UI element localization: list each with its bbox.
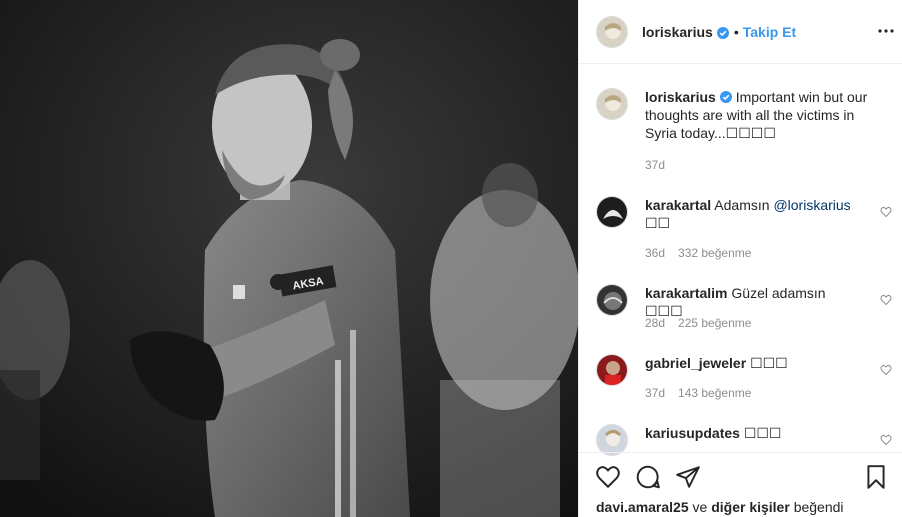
verified-icon <box>719 89 732 103</box>
caption-text-block: loriskarius Important win but our though… <box>645 88 886 142</box>
comment-text: karakartal Adamsın @loriskarius ☐☐ <box>645 196 860 232</box>
comment-body: Adamsın <box>714 197 770 213</box>
comment-username[interactable]: gabriel_jeweler <box>645 355 746 371</box>
post-image: AKSA <box>0 0 578 517</box>
comment-username[interactable]: karakartal <box>645 197 711 213</box>
comment-time[interactable]: 28d <box>645 316 665 330</box>
action-bar: davi.amaral25 ve diğer kişiler beğendi <box>579 452 902 517</box>
heart-icon[interactable] <box>595 464 621 490</box>
more-options-icon[interactable] <box>877 22 895 40</box>
liked-connector: ve <box>692 499 708 515</box>
comment-username[interactable]: kariusupdates <box>645 425 740 441</box>
comment-emojis: ☐☐ <box>645 215 671 231</box>
comment-text: gabriel_jeweler ☐☐☐ <box>645 354 860 372</box>
comment-item: kariusupdates ☐☐☐ <box>596 424 892 456</box>
comment-text: karakartalim Güzel adamsın ☐☐☐ <box>645 284 860 320</box>
avatar[interactable] <box>596 284 628 316</box>
likes-summary: davi.amaral25 ve diğer kişiler beğendi <box>596 499 844 515</box>
post-caption: loriskarius Important win but our though… <box>596 88 886 172</box>
post-sidebar: loriskarius • Takip Et loriskarius Impor… <box>578 0 902 517</box>
comment-meta: 28d 225 beğenme <box>645 316 751 330</box>
comment-item: karakartal Adamsın @loriskarius ☐☐ 36d 33… <box>596 196 892 260</box>
caption-time[interactable]: 37d <box>645 158 665 172</box>
share-icon[interactable] <box>675 464 701 490</box>
post-photo[interactable]: AKSA <box>0 0 578 517</box>
caption-username[interactable]: loriskarius <box>645 89 716 105</box>
liked-by-user[interactable]: davi.amaral25 <box>596 499 689 515</box>
heart-icon[interactable] <box>880 205 892 218</box>
comment-mention[interactable]: @loriskarius <box>773 197 850 213</box>
avatar[interactable] <box>596 196 628 228</box>
comment-meta: 36d 332 beğenme <box>645 246 751 260</box>
comment-icon[interactable] <box>635 464 661 490</box>
header-separator: • <box>733 23 739 40</box>
avatar[interactable] <box>596 354 628 386</box>
bookmark-icon[interactable] <box>863 464 889 490</box>
comment-username[interactable]: karakartalim <box>645 285 728 301</box>
comment-item: karakartalim Güzel adamsın ☐☐☐ 28d 225 be… <box>596 284 892 330</box>
comment-emojis: ☐☐☐ <box>750 355 788 371</box>
avatar[interactable] <box>596 88 628 120</box>
verified-icon <box>716 26 729 39</box>
comment-likes[interactable]: 332 beğenme <box>678 246 751 260</box>
comment-time[interactable]: 36d <box>645 246 665 260</box>
heart-icon[interactable] <box>880 433 892 446</box>
comment-text: kariusupdates ☐☐☐ <box>645 424 860 442</box>
comment-time[interactable]: 37d <box>645 386 665 400</box>
liked-suffix: beğendi <box>793 499 844 515</box>
comment-body: Güzel adamsın <box>731 285 826 301</box>
heart-icon[interactable] <box>880 363 892 376</box>
post-header: loriskarius • Takip Et <box>579 0 902 64</box>
follow-button[interactable]: Takip Et <box>743 24 796 40</box>
heart-icon[interactable] <box>880 293 892 306</box>
comment-likes[interactable]: 225 beğenme <box>678 316 751 330</box>
comment-emojis: ☐☐☐ <box>743 425 782 441</box>
comment-meta: 37d 143 beğenme <box>645 386 751 400</box>
avatar[interactable] <box>596 15 628 48</box>
caption-emojis: ☐☐☐☐ <box>725 125 776 141</box>
comment-item: gabriel_jeweler ☐☐☐ 37d 143 beğenme <box>596 354 892 400</box>
liked-others-link[interactable]: diğer kişiler <box>711 499 790 515</box>
comment-likes[interactable]: 143 beğenme <box>678 386 751 400</box>
post-username[interactable]: loriskarius <box>642 24 713 40</box>
